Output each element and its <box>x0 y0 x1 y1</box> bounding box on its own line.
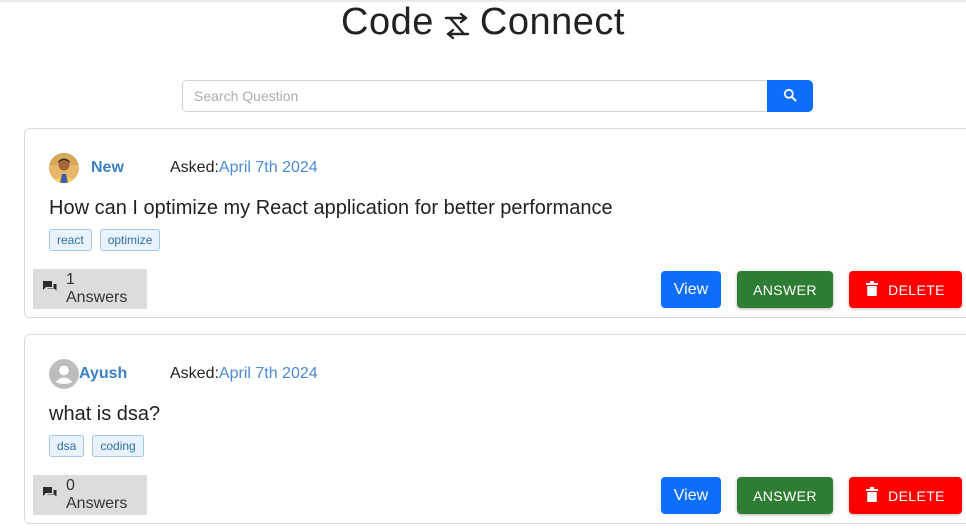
brand-left-text: Code <box>341 0 434 43</box>
answers-count-text: 1 Answers <box>66 271 128 306</box>
question-meta: New Asked: April 7th 2024 <box>49 152 318 184</box>
avatar[interactable] <box>49 153 79 183</box>
delete-label: DELETE <box>888 487 945 504</box>
brand-logo[interactable]: Code Connect <box>341 1 625 44</box>
delete-button[interactable]: DELETE <box>849 271 962 308</box>
asked-label: Asked: <box>170 365 219 382</box>
asked-date: April 7th 2024 <box>218 365 318 382</box>
asked-date: April 7th 2024 <box>218 159 318 176</box>
question-title[interactable]: How can I optimize my React application … <box>49 197 613 220</box>
tag-list: react optimize <box>49 229 161 251</box>
author-name[interactable]: Ayush <box>79 365 170 383</box>
chat-bubbles-icon <box>42 280 58 299</box>
avatar[interactable] <box>49 359 79 389</box>
view-button[interactable]: View <box>661 271 721 308</box>
author-name[interactable]: New <box>91 159 170 177</box>
question-title[interactable]: what is dsa? <box>49 403 160 426</box>
question-card: Ayush Asked: April 7th 2024 what is dsa?… <box>24 334 966 524</box>
brand-right-text: Connect <box>479 0 625 43</box>
question-meta: Ayush Asked: April 7th 2024 <box>49 358 318 390</box>
answer-button[interactable]: ANSWER <box>737 477 833 514</box>
tag[interactable]: react <box>49 229 92 251</box>
shuffle-arrows-icon <box>442 10 472 40</box>
trash-icon <box>866 280 879 299</box>
search-input[interactable] <box>182 80 767 112</box>
brand-header: Code Connect <box>0 0 966 44</box>
delete-label: DELETE <box>888 281 945 298</box>
question-card: New Asked: April 7th 2024 How can I opti… <box>24 128 966 318</box>
answers-count-text: 0 Answers <box>66 477 128 512</box>
tag[interactable]: dsa <box>49 435 85 457</box>
search-icon <box>783 88 797 105</box>
tag[interactable]: optimize <box>99 229 161 251</box>
view-button[interactable]: View <box>661 477 721 514</box>
chat-bubbles-icon <box>42 486 58 505</box>
answers-count: 0 Answers <box>33 475 147 515</box>
asked-label: Asked: <box>170 159 219 176</box>
tag[interactable]: coding <box>92 435 144 457</box>
delete-button[interactable]: DELETE <box>849 477 962 514</box>
tag-list: dsa coding <box>49 435 144 457</box>
answer-button[interactable]: ANSWER <box>737 271 833 308</box>
search-bar <box>182 80 813 112</box>
search-button[interactable] <box>767 80 813 112</box>
trash-icon <box>866 486 879 505</box>
answers-count: 1 Answers <box>33 269 147 309</box>
